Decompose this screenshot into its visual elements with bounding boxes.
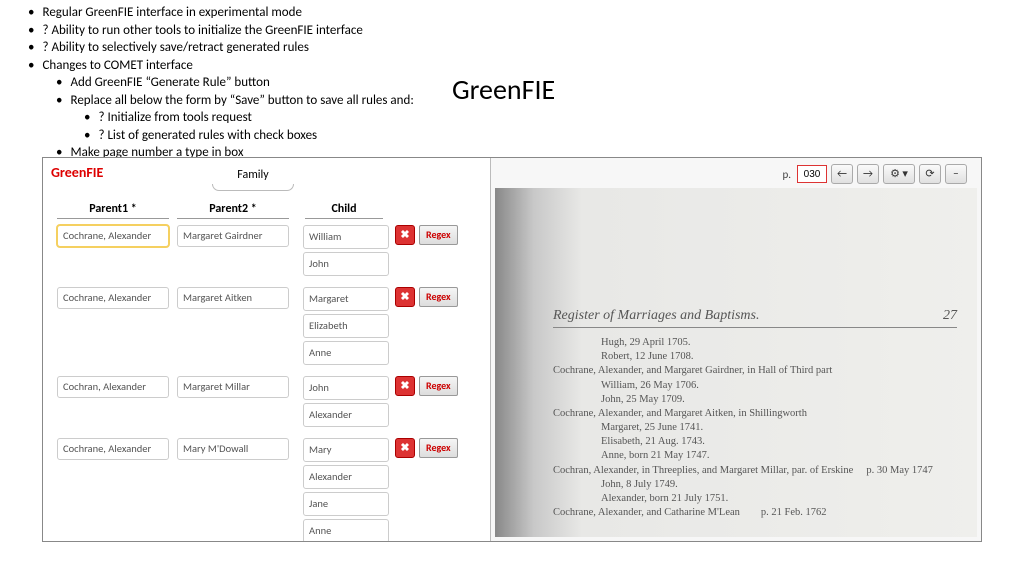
next-button[interactable]: → <box>857 164 879 184</box>
bullet-l1: ? Ability to selectively save/retract ge… <box>28 39 996 57</box>
doc-page-number: 27 <box>943 308 957 324</box>
delete-button[interactable]: ✖ <box>395 287 415 307</box>
bullet-l3: ? List of generated rules with check box… <box>84 127 996 145</box>
viewer-toolbar: p. ← → ⚙ ▾ ⟳ − <box>782 164 967 184</box>
child-input[interactable]: William <box>303 225 389 249</box>
tab-family[interactable]: Family <box>203 164 303 199</box>
child-input[interactable]: Alexander <box>303 403 389 427</box>
reset-button[interactable]: ⟳ <box>919 164 941 184</box>
doc-line: John, 25 May 1709. <box>601 393 957 407</box>
parent1-input[interactable]: Cochrane, Alexander <box>57 225 169 247</box>
child-input[interactable]: John <box>303 376 389 400</box>
doc-line: Cochran, Alexander, in Threeplies, and M… <box>579 464 957 478</box>
page-input[interactable] <box>797 165 827 183</box>
doc-line: Cochrane, Alexander, and Margaret Aitken… <box>579 407 957 421</box>
delete-button[interactable]: ✖ <box>395 438 415 458</box>
regex-button[interactable]: Regex <box>419 376 458 396</box>
doc-line: Hugh, 29 April 1705. <box>601 336 957 350</box>
header-child: Child <box>305 202 383 219</box>
regex-button[interactable]: Regex <box>419 438 458 458</box>
family-group: Cochrane, Alexander Mary M'Dowall Mary Alex… <box>57 438 490 541</box>
delete-button[interactable]: ✖ <box>395 225 415 245</box>
child-input[interactable]: Mary <box>303 438 389 462</box>
parent2-input[interactable]: Margaret Millar <box>177 376 289 398</box>
doc-line: Alexander, born 21 July 1751. <box>601 492 957 506</box>
family-group: Cochran, Alexander Margaret Millar John Ale… <box>57 376 490 430</box>
regex-button[interactable]: Regex <box>419 225 458 245</box>
delete-button[interactable]: ✖ <box>395 376 415 396</box>
prev-button[interactable]: ← <box>831 164 853 184</box>
page-label: p. <box>782 168 791 181</box>
zoom-dropdown[interactable]: ⚙ ▾ <box>883 164 915 184</box>
header-parent2: Parent2 * <box>177 202 289 219</box>
bullet-l3: ? Initialize from tools request <box>84 109 996 127</box>
app-name-label: GreenFIE <box>51 164 103 181</box>
parent2-input[interactable]: Margaret Gairdner <box>177 225 289 247</box>
minus-button[interactable]: − <box>945 164 967 184</box>
right-pane: p. ← → ⚙ ▾ ⟳ − Register of Marriages and… <box>491 158 981 541</box>
child-input[interactable]: Jane <box>303 492 389 516</box>
doc-line: Cochrane, Alexander, and Catharine M'Lea… <box>579 506 957 520</box>
family-group: Cochrane, Alexander Margaret Gairdner Will… <box>57 225 490 279</box>
child-input[interactable]: Anne <box>303 519 389 541</box>
regex-button[interactable]: Regex <box>419 287 458 307</box>
doc-line: William, 26 May 1706. <box>601 379 957 393</box>
child-input[interactable]: Alexander <box>303 465 389 489</box>
child-input[interactable]: Anne <box>303 341 389 365</box>
header-parent1: Parent1 * <box>57 202 169 219</box>
child-input[interactable]: Margaret <box>303 287 389 311</box>
bullet-l1: ? Ability to run other tools to initiali… <box>28 22 996 40</box>
child-input[interactable]: Elizabeth <box>303 314 389 338</box>
parent1-input[interactable]: Cochrane, Alexander <box>57 438 169 460</box>
page-title: GreenFIE <box>452 72 555 107</box>
app-frame: GreenFIE Family Parent1 * Parent2 * Chil… <box>42 157 982 542</box>
parent1-input[interactable]: Cochran, Alexander <box>57 376 169 398</box>
bullet-l1: Regular GreenFIE interface in experiment… <box>28 4 996 22</box>
doc-line: Anne, born 21 May 1747. <box>601 449 957 463</box>
child-input[interactable]: John <box>303 252 389 276</box>
parent2-input[interactable]: Margaret Aitken <box>177 287 289 309</box>
doc-line: Elisabeth, 21 Aug. 1743. <box>601 435 957 449</box>
document-image[interactable]: Register of Marriages and Baptisms. 27 H… <box>495 188 977 537</box>
doc-line: Margaret, 25 June 1741. <box>601 421 957 435</box>
parent2-input[interactable]: Mary M'Dowall <box>177 438 289 460</box>
doc-heading: Register of Marriages and Baptisms. <box>553 308 760 324</box>
family-group: Cochrane, Alexander Margaret Aitken Margar… <box>57 287 490 368</box>
left-pane: GreenFIE Family Parent1 * Parent2 * Chil… <box>43 158 491 541</box>
parent1-input[interactable]: Cochrane, Alexander <box>57 287 169 309</box>
doc-line: Cochrane, Alexander, and Margaret Gairdn… <box>579 364 957 378</box>
doc-line: John, 8 July 1749. <box>601 478 957 492</box>
doc-line: Robert, 12 June 1708. <box>601 350 957 364</box>
